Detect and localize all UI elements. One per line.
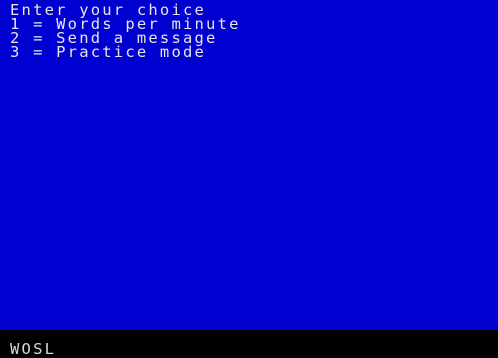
status-text: WOSL [10, 340, 57, 358]
status-bar: WOSL [0, 330, 498, 358]
menu-list: Enter your choice 1 = Words per minute 2… [10, 2, 241, 60]
menu-option-practice-mode[interactable]: 3 = Practice mode [10, 44, 241, 60]
main-screen: Enter your choice 1 = Words per minute 2… [0, 0, 498, 330]
